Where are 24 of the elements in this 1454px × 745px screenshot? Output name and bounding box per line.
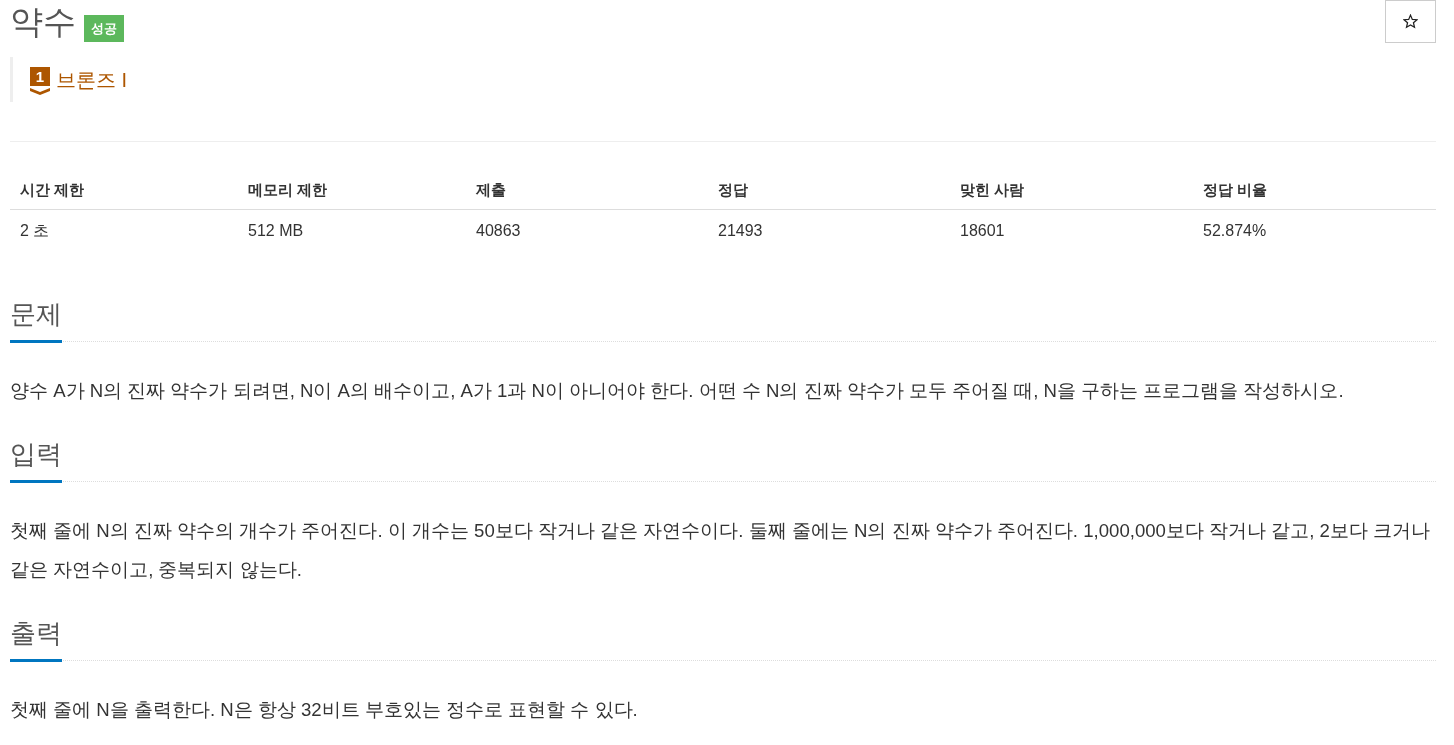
tier-name[interactable]: 브론즈 I	[56, 66, 128, 93]
table-cell: 52.874%	[1193, 209, 1436, 252]
table-cell: 18601	[950, 209, 1193, 252]
section-text: 첫째 줄에 N을 출력한다. N은 항상 32비트 부호있는 정수로 표현할 수 있다.	[10, 698, 639, 722]
star-icon	[1403, 14, 1418, 29]
column-header: 맞힌 사람	[950, 170, 1193, 210]
section-text: 첫째 줄에 N의 진짜 약수의 개수가 주어진다. 이 개수는 50보다 작거나 같은 자연수이다. 둘째 줄에는 N의 진짜 약수가 주어진다. 1,000,000보다 작거나 같고, 2보다 크거나 같은 자연수이고, 중복되지 않는다.	[10, 519, 1432, 582]
table-cell: 21493	[708, 209, 950, 252]
column-header: 정답 비율	[1193, 170, 1436, 210]
table-cell: 40863	[466, 209, 708, 252]
result-badge: 성공	[84, 15, 124, 42]
column-header: 정답	[708, 170, 950, 210]
problem-title: 약수	[10, 3, 76, 41]
column-header: 메모리 제한	[238, 170, 466, 210]
table-cell: 512 MB	[238, 209, 466, 252]
column-header: 시간 제한	[10, 170, 238, 210]
section-heading: 입력	[10, 436, 62, 483]
section-text: 양수 A가 N의 진짜 약수가 되려면, N이 A의 배수이고, A가 1과 N이 아니어야 한다. 어떤 수 N의 진짜 약수가 모두 주어질 때, N을 구하는 프로그램을 작성하시오.	[10, 379, 1345, 403]
table-cell: 2 초	[10, 209, 238, 252]
column-header: 제출	[466, 170, 708, 210]
favorite-button[interactable]	[1385, 0, 1436, 43]
section-heading: 문제	[10, 296, 62, 343]
tier-badge: 1	[30, 67, 50, 95]
section-heading: 출력	[10, 615, 62, 662]
